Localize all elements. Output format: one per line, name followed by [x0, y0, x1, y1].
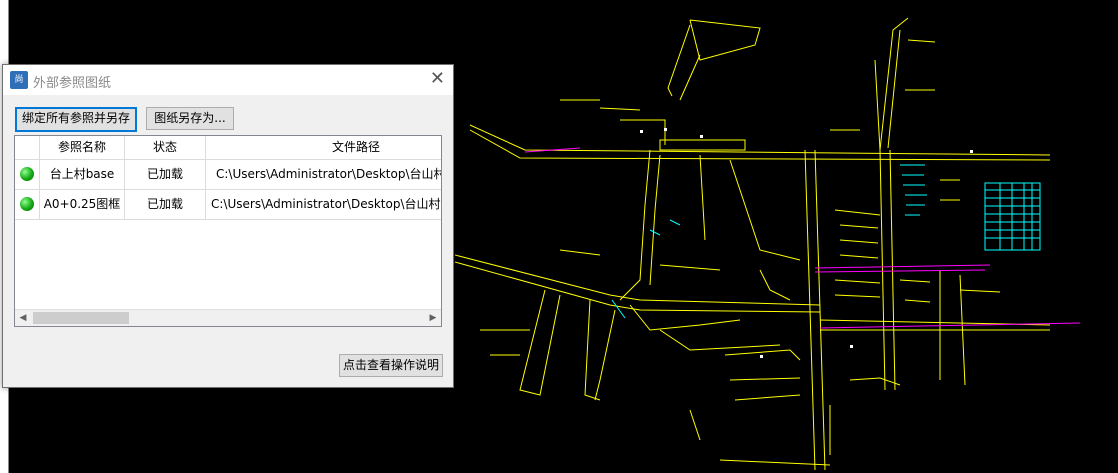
xref-table: 参照名称 状态 文件路径 台上村base 已加载 C:\Users\Admini… — [14, 135, 442, 327]
header-status[interactable]: 状态 — [125, 136, 206, 160]
status-cell: 已加载 — [125, 190, 206, 220]
scroll-right-icon[interactable]: ▶ — [425, 310, 441, 326]
header-ref-name[interactable]: 参照名称 — [40, 136, 125, 160]
close-icon[interactable]: ✕ — [430, 69, 445, 89]
app-icon: 尚 — [10, 71, 28, 89]
drawing-table-cyan — [611, 164, 1041, 319]
ref-name-cell: A0+0.25图框 — [40, 190, 125, 220]
drawing-white-marks — [640, 128, 973, 358]
help-instructions-button[interactable]: 点击查看操作说明 — [339, 354, 443, 377]
dialog-titlebar[interactable]: 尚 外部参照图纸 ✕ — [3, 65, 453, 95]
header-file-path[interactable]: 文件路径 — [206, 136, 441, 160]
ref-name-cell: 台上村base — [40, 160, 125, 190]
scrollbar-thumb[interactable] — [33, 312, 129, 324]
header-status-icon-col — [15, 136, 40, 160]
path-cell: C:\Users\Administrator\Desktop\台山村 — [206, 190, 441, 220]
loaded-status-icon — [20, 167, 34, 181]
horizontal-scrollbar[interactable]: ◀ ▶ — [15, 309, 441, 326]
save-drawing-as-button[interactable]: 图纸另存为... — [146, 107, 234, 130]
row-status-cell — [15, 160, 40, 190]
path-cell: C:\Users\Administrator\Desktop\台山村 — [206, 160, 441, 190]
xref-dialog: 尚 外部参照图纸 ✕ 绑定所有参照并另存 图纸另存为... 参照名称 状态 文件… — [2, 64, 454, 388]
loaded-status-icon — [20, 197, 34, 211]
scroll-left-icon[interactable]: ◀ — [15, 310, 31, 326]
dialog-title: 外部参照图纸 — [33, 76, 112, 91]
drawing-linework-yellow — [454, 17, 1051, 471]
row-status-cell — [15, 190, 40, 220]
status-cell: 已加载 — [125, 160, 206, 190]
bind-all-save-button[interactable]: 绑定所有参照并另存 — [15, 107, 137, 132]
